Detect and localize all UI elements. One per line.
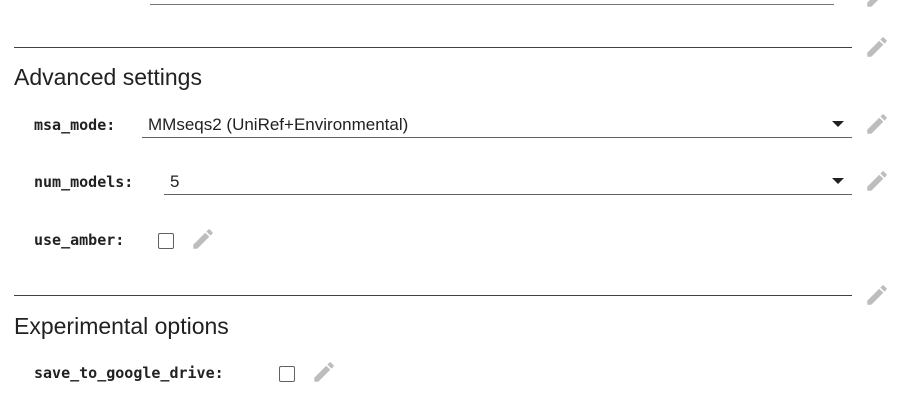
num-models-select[interactable]: 5 <box>164 168 852 195</box>
msa-mode-select[interactable]: MMseqs2 (UniRef+Environmental) <box>142 111 852 138</box>
msa-mode-label: msa_mode: <box>34 116 116 134</box>
save-to-google-drive-label: save_to_google_drive: <box>34 364 224 382</box>
edit-pencil-icon[interactable] <box>311 359 337 385</box>
edit-pencil-icon[interactable] <box>864 168 890 194</box>
use-amber-label: use_amber: <box>34 231 125 249</box>
section-heading-advanced: Advanced settings <box>14 64 202 90</box>
msa-mode-value: MMseqs2 (UniRef+Environmental) <box>148 115 409 134</box>
edit-pencil-icon[interactable] <box>190 226 216 252</box>
num-models-label: num_models: <box>34 173 134 191</box>
section-heading-experimental: Experimental options <box>14 313 229 339</box>
edit-pencil-icon[interactable] <box>864 111 890 137</box>
save-to-google-drive-checkbox[interactable] <box>279 366 295 382</box>
use-amber-checkbox[interactable] <box>158 233 174 249</box>
edit-pencil-icon[interactable] <box>864 282 890 308</box>
section-divider <box>14 47 852 48</box>
dropdown-arrow-icon <box>832 178 844 184</box>
prev-field-underline <box>150 4 834 5</box>
section-divider <box>14 295 852 296</box>
dropdown-arrow-icon <box>832 121 844 127</box>
edit-pencil-icon[interactable] <box>864 0 890 10</box>
edit-pencil-icon[interactable] <box>864 34 890 60</box>
num-models-value: 5 <box>170 172 180 191</box>
